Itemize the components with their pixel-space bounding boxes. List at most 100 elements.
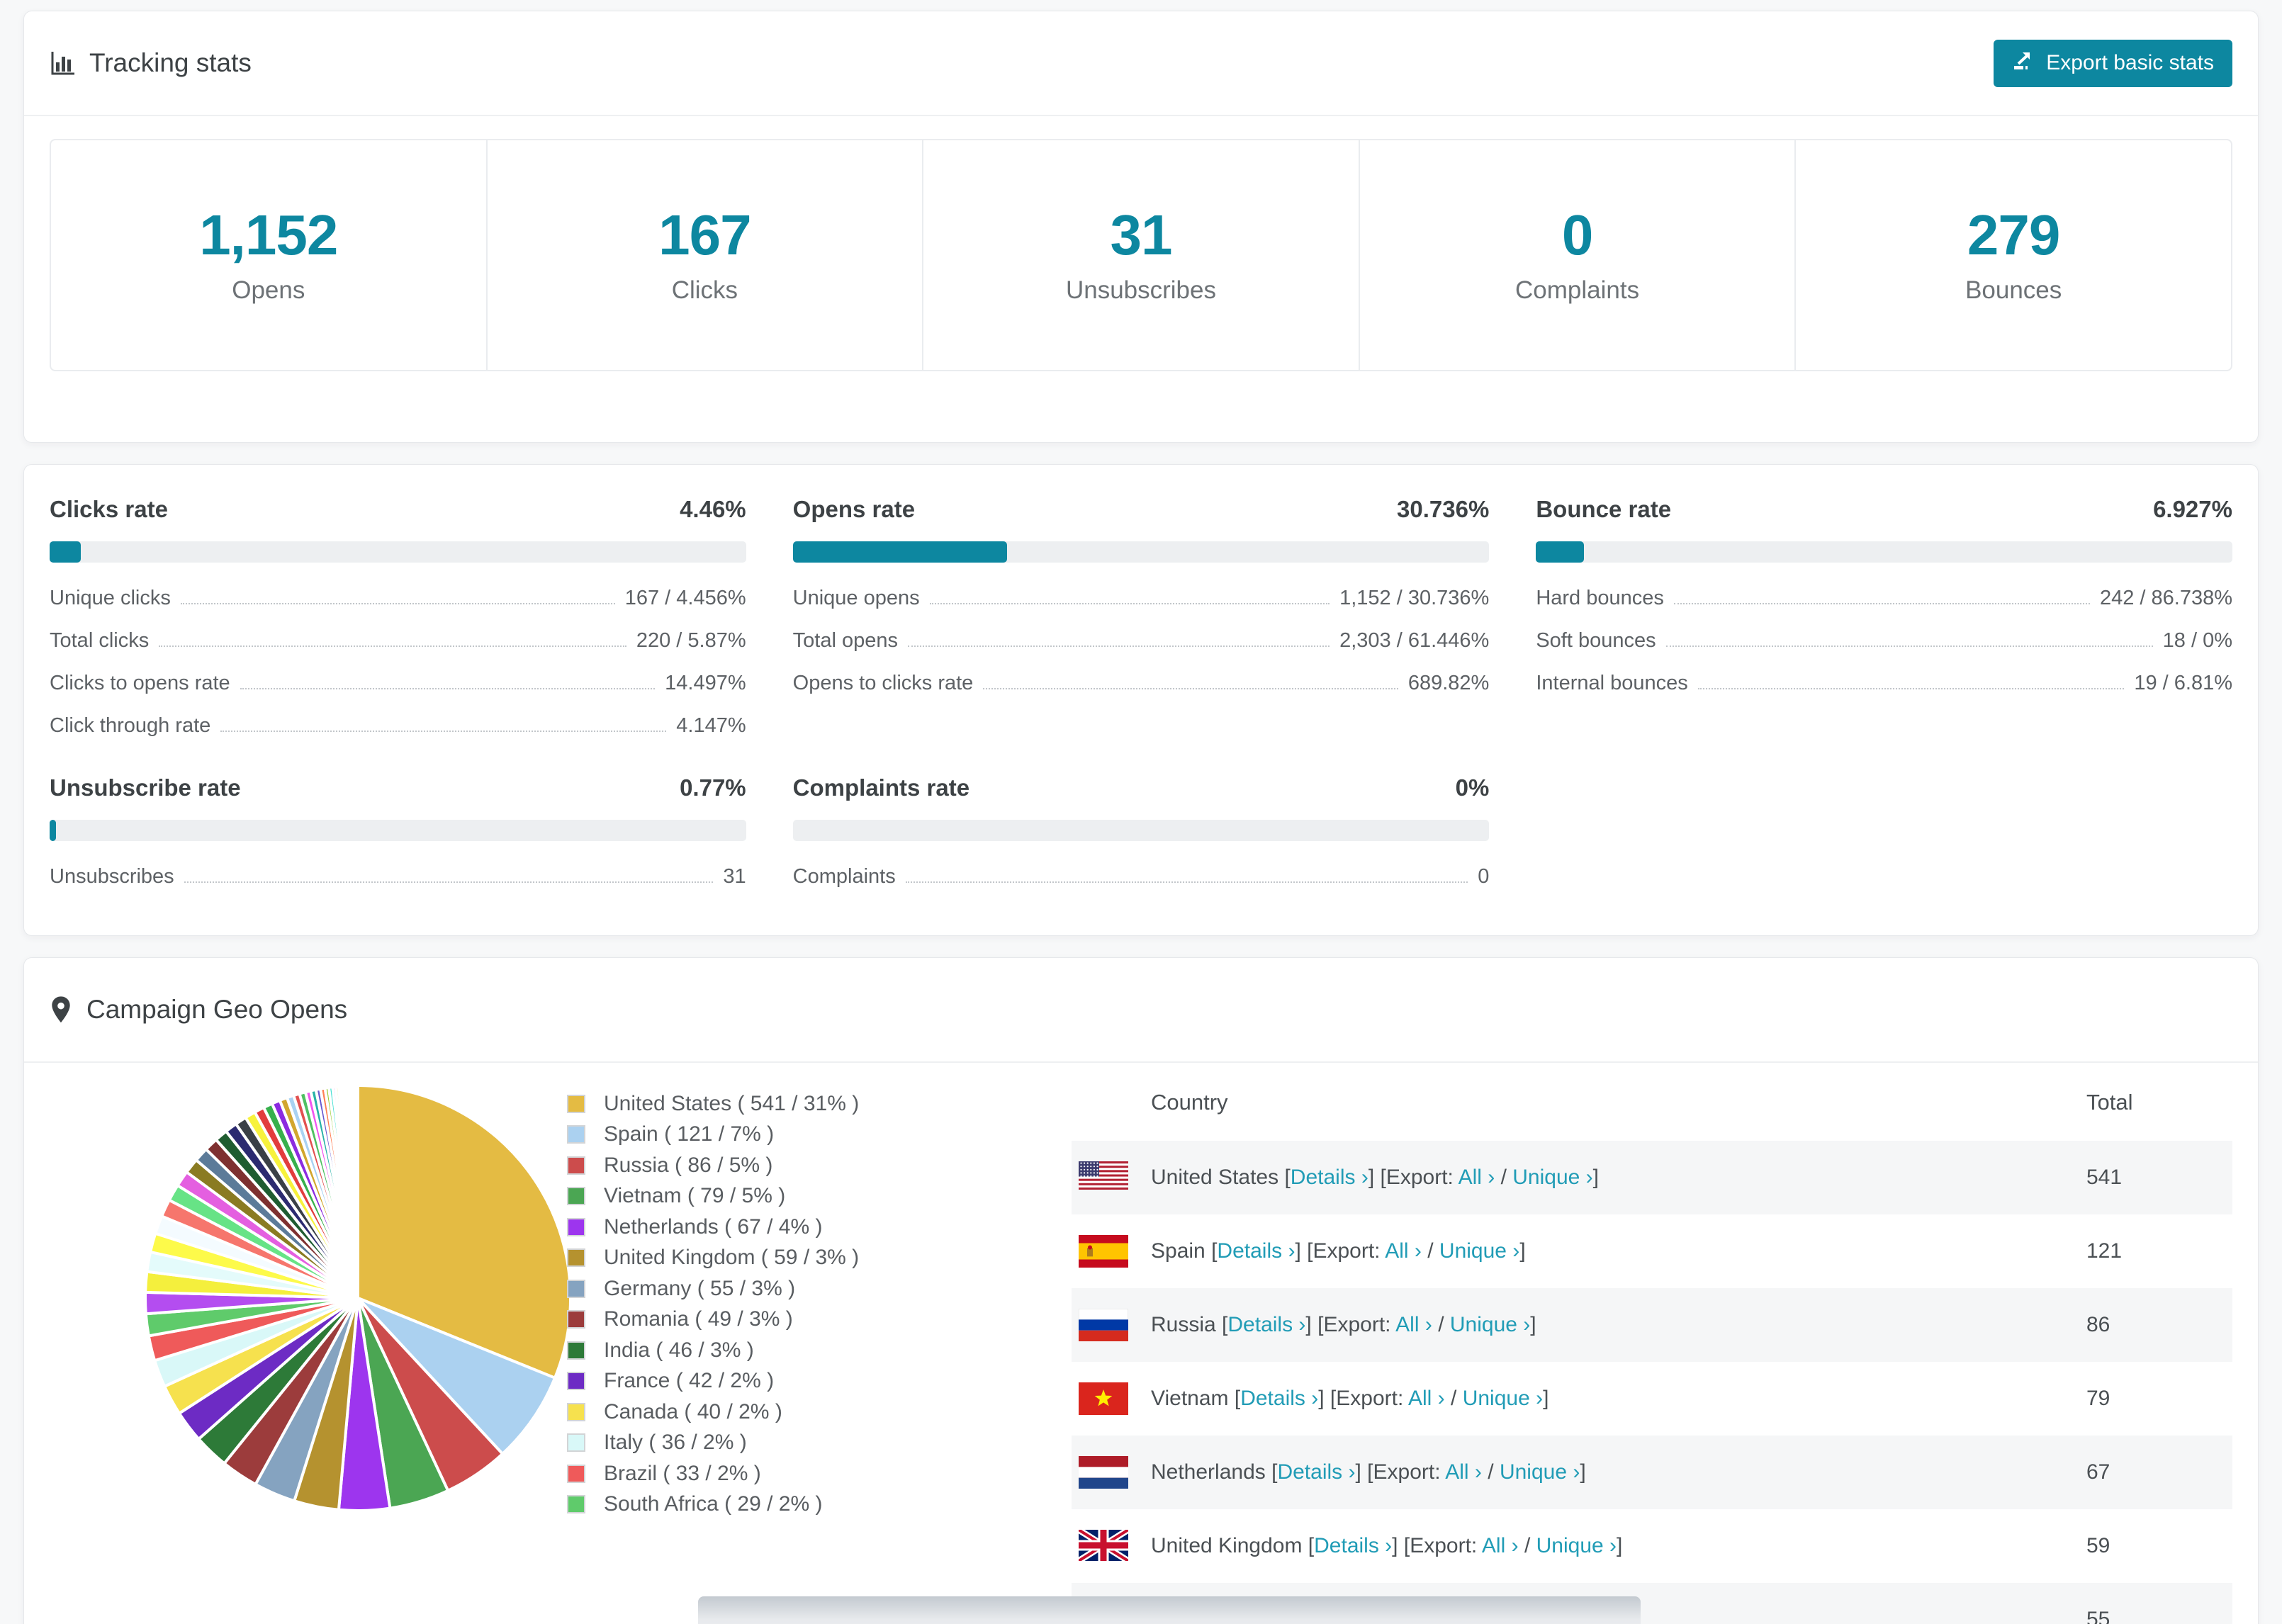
dotted-leader: [929, 603, 1330, 604]
stat-clicks: 167 Clicks: [488, 140, 924, 370]
export-all-link[interactable]: All ›: [1458, 1166, 1495, 1189]
legend-label: Spain ( 121 / 7% ): [604, 1122, 775, 1146]
geo-header: Campaign Geo Opens: [24, 958, 2258, 1063]
unsubscribe-rate-value: 0.77%: [680, 774, 746, 801]
clicks-rate-title: Clicks rate: [50, 496, 168, 522]
legend-label: United Kingdom ( 59 / 3% ): [604, 1246, 860, 1270]
horizontal-scrollbar[interactable]: [698, 1596, 1641, 1624]
country-flag-icon: [1079, 1456, 1128, 1489]
rate-detail-row: Unique clicks 167 / 4.456%: [50, 587, 746, 610]
legend-item: Romania ( 49 / 3% ): [567, 1304, 1001, 1336]
rate-detail-value: 4.147%: [676, 714, 746, 737]
rate-detail-value: 31: [723, 865, 746, 888]
rate-detail-row: Click through rate 4.147%: [50, 714, 746, 738]
legend-swatch: [567, 1464, 585, 1483]
dotted-leader: [905, 881, 1468, 883]
grid-filler: [1536, 774, 2232, 889]
details-link[interactable]: Details ›: [1227, 1313, 1305, 1336]
rate-detail-row: Unsubscribes 31: [50, 865, 746, 889]
dotted-leader: [1673, 603, 2090, 604]
tracking-stats-header: Tracking stats Export basic stats: [24, 11, 2258, 116]
rate-detail-value: 19 / 6.81%: [2134, 672, 2232, 694]
pie-legend: United States ( 541 / 31% ) Spain ( 121 …: [567, 1088, 1001, 1624]
rate-detail-row: Unique opens 1,152 / 30.736%: [793, 587, 1490, 610]
export-unique-link[interactable]: Unique ›: [1512, 1166, 1592, 1189]
page-title: Tracking stats: [89, 48, 252, 77]
country-name: Spain: [1151, 1239, 1212, 1263]
legend-item: Vietnam ( 79 / 5% ): [567, 1181, 1001, 1212]
bounce-rate-value: 6.927%: [2153, 496, 2232, 522]
export-all-link[interactable]: All ›: [1385, 1239, 1422, 1263]
map-pin-icon: [50, 996, 72, 1024]
clicks-rate-block: Clicks rate 4.46% Unique clicks 167 / 4.…: [50, 496, 746, 738]
rate-detail-value: 18 / 0%: [2162, 629, 2232, 652]
rate-detail-label: Internal bounces: [1536, 672, 1688, 694]
country-flag-icon: [1079, 1161, 1128, 1194]
legend-item: United States ( 541 / 31% ): [567, 1088, 1001, 1120]
clicks-count: 167: [658, 203, 751, 266]
legend-label: India ( 46 / 3% ): [604, 1338, 754, 1362]
export-unique-link[interactable]: Unique ›: [1500, 1460, 1580, 1484]
table-row: Russia [Details ›] [Export: All › / Uniq…: [1072, 1288, 2232, 1362]
opens-rate-value: 30.736%: [1397, 496, 1490, 522]
rate-detail-label: Complaints: [792, 865, 896, 888]
tracking-stats-card: Tracking stats Export basic stats 1,152 …: [23, 11, 2259, 443]
details-link[interactable]: Details ›: [1217, 1239, 1295, 1263]
bounce-rate-block: Bounce rate 6.927% Hard bounces 242 / 86…: [1536, 496, 2232, 738]
rate-detail-row: Clicks to opens rate 14.497%: [50, 672, 746, 695]
country-total: 55: [2086, 1608, 2110, 1624]
details-link[interactable]: Details ›: [1314, 1534, 1392, 1557]
legend-item: India ( 46 / 3% ): [567, 1335, 1001, 1366]
country-total: 121: [2086, 1239, 2123, 1263]
export-all-link[interactable]: All ›: [1395, 1313, 1432, 1336]
legend-label: Germany ( 55 / 3% ): [604, 1276, 796, 1300]
dotted-leader: [1697, 688, 2125, 689]
unsubscribe-rate-block: Unsubscribe rate 0.77% Unsubscribes 31: [50, 774, 746, 889]
geo-section-title: Campaign Geo Opens: [86, 995, 348, 1024]
complaints-rate-title: Complaints rate: [792, 774, 970, 801]
export-all-link[interactable]: All ›: [1482, 1534, 1519, 1557]
dotted-leader: [220, 731, 667, 732]
legend-item: France ( 42 / 2% ): [567, 1366, 1001, 1397]
export-all-link[interactable]: All ›: [1445, 1460, 1482, 1484]
rate-detail-value: 220 / 5.87%: [636, 629, 746, 652]
legend-label: Russia ( 86 / 5% ): [604, 1153, 773, 1177]
export-unique-link[interactable]: Unique ›: [1536, 1534, 1617, 1557]
rate-detail-row: Total opens 2,303 / 61.446%: [793, 629, 1490, 653]
rate-detail-label: Opens to clicks rate: [792, 672, 974, 694]
table-row: Netherlands [Details ›] [Export: All › /…: [1072, 1436, 2232, 1509]
rate-detail-label: Click through rate: [50, 714, 211, 737]
legend-item: Germany ( 55 / 3% ): [567, 1273, 1001, 1304]
unsubscribe-rate-title: Unsubscribe rate: [50, 774, 241, 801]
rate-detail-label: Clicks to opens rate: [50, 672, 230, 694]
rate-detail-label: Unsubscribes: [50, 865, 174, 888]
rate-detail-value: 0: [1478, 865, 1490, 888]
export-unique-link[interactable]: Unique ›: [1450, 1313, 1530, 1336]
rate-detail-label: Hard bounces: [1536, 587, 1664, 609]
rate-detail-label: Unique clicks: [50, 587, 171, 609]
rate-detail-label: Total opens: [792, 629, 898, 652]
opens-rate-block: Opens rate 30.736% Unique opens 1,152 / …: [792, 496, 1490, 738]
country-flag-icon: [1079, 1382, 1128, 1415]
export-basic-stats-button[interactable]: Export basic stats: [1994, 39, 2232, 87]
rate-detail-label: Soft bounces: [1536, 629, 1656, 652]
legend-item: Russia ( 86 / 5% ): [567, 1150, 1001, 1181]
legend-item: South Africa ( 29 / 2% ): [567, 1489, 1001, 1521]
details-link[interactable]: Details ›: [1240, 1387, 1318, 1410]
bar-chart-icon: [50, 50, 75, 76]
dashboard-page: Tracking stats Export basic stats 1,152 …: [0, 0, 2282, 1624]
legend-label: Romania ( 49 / 3% ): [604, 1307, 793, 1331]
legend-swatch: [567, 1156, 585, 1175]
details-link[interactable]: Details ›: [1277, 1460, 1355, 1484]
rate-detail-value: 167 / 4.456%: [624, 587, 746, 609]
column-total: Total: [2086, 1090, 2133, 1115]
opens-rate-progressbar: [792, 541, 1490, 563]
geo-title: Campaign Geo Opens: [50, 995, 347, 1025]
complaints-rate-block: Complaints rate 0% Complaints 0: [792, 774, 1490, 889]
export-unique-link[interactable]: Unique ›: [1439, 1239, 1519, 1263]
country-total: 67: [2086, 1460, 2110, 1484]
export-icon: [2012, 49, 2035, 77]
export-all-link[interactable]: All ›: [1408, 1387, 1445, 1410]
details-link[interactable]: Details ›: [1291, 1166, 1368, 1189]
export-unique-link[interactable]: Unique ›: [1463, 1387, 1543, 1410]
